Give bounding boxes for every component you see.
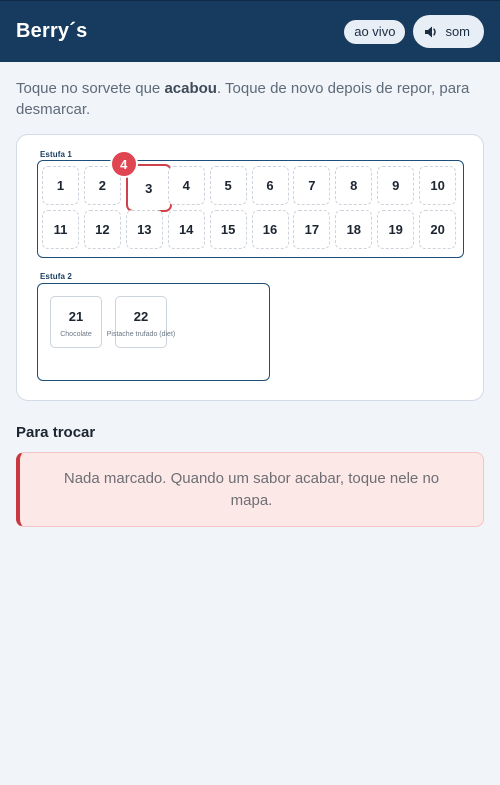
swap-empty-message: Nada marcado. Quando um sabor acabar, to… xyxy=(16,452,484,527)
speaker-icon xyxy=(425,26,438,38)
shelf-cell-21[interactable]: 21 Chocolate xyxy=(50,296,102,348)
shelf-cell-22[interactable]: 22 Pistache trufado (diet) xyxy=(107,296,175,348)
shelf-cell-17[interactable]: 17 xyxy=(293,210,331,249)
shelf-cell-10[interactable]: 10 xyxy=(419,166,457,205)
shelf-cell-14[interactable]: 14 xyxy=(167,210,205,249)
shelf-cell-7[interactable]: 7 xyxy=(293,166,331,205)
instructions-text: Toque no sorvete que acabou. Toque de no… xyxy=(16,78,484,120)
shelf-cell-15[interactable]: 15 xyxy=(209,210,247,249)
shelf-cell-6[interactable]: 6 xyxy=(251,166,289,205)
shelf-cell-8[interactable]: 8 xyxy=(335,166,373,205)
shelf-cell-16[interactable]: 16 xyxy=(251,210,289,249)
shelf-cell-1[interactable]: 1 xyxy=(42,166,79,205)
shelf-cell-19[interactable]: 19 xyxy=(377,210,415,249)
shelf-cell-number: 21 xyxy=(68,309,84,324)
shelf-cell-9[interactable]: 9 xyxy=(377,166,415,205)
freezer-map: Estufa 1 1 2 3 4 4 5 6 7 8 9 10 11 12 13 14 15 16 17 18 19 2… xyxy=(16,134,484,401)
estufa-1: 1 2 3 4 4 5 6 7 8 9 10 11 12 13 14 15 16 17 18 19 20 xyxy=(37,150,464,258)
estufa-1-label: Estufa 1 xyxy=(40,150,72,159)
shelf-cell-12[interactable]: 12 xyxy=(83,210,121,249)
estufa-2-label: Estufa 2 xyxy=(40,272,72,281)
live-status-badge[interactable]: ao vivo xyxy=(344,19,406,44)
shelf-cell-5[interactable]: 5 xyxy=(209,166,247,205)
estufa-2: 21 Chocolate 22 Pistache trufado (diet) xyxy=(37,283,270,381)
shelf-cell-number: 22 xyxy=(133,309,149,324)
instructions-emphasis: acabou xyxy=(164,80,217,97)
brand-title: Berry´s xyxy=(16,20,88,42)
shelf-cell-13[interactable]: 13 xyxy=(125,210,163,249)
swap-section-title: Para trocar xyxy=(16,424,96,441)
shelf-cell-11[interactable]: 11 xyxy=(42,210,79,249)
instructions-part-1: Toque no sorvete que xyxy=(16,80,165,97)
header-actions: ao vivo som xyxy=(344,15,484,48)
sound-label: som xyxy=(445,24,470,39)
shelf-cell-18[interactable]: 18 xyxy=(335,210,373,249)
shelf-cell-20[interactable]: 20 xyxy=(419,210,457,249)
flavor-name: Pistache trufado (diet) xyxy=(106,331,176,338)
shelf-cell-4[interactable]: 4 xyxy=(167,166,205,205)
app-header: Berry´s ao vivo som xyxy=(0,0,500,62)
selected-count-badge: 4 xyxy=(109,150,138,178)
sound-toggle-button[interactable]: som xyxy=(413,15,484,48)
